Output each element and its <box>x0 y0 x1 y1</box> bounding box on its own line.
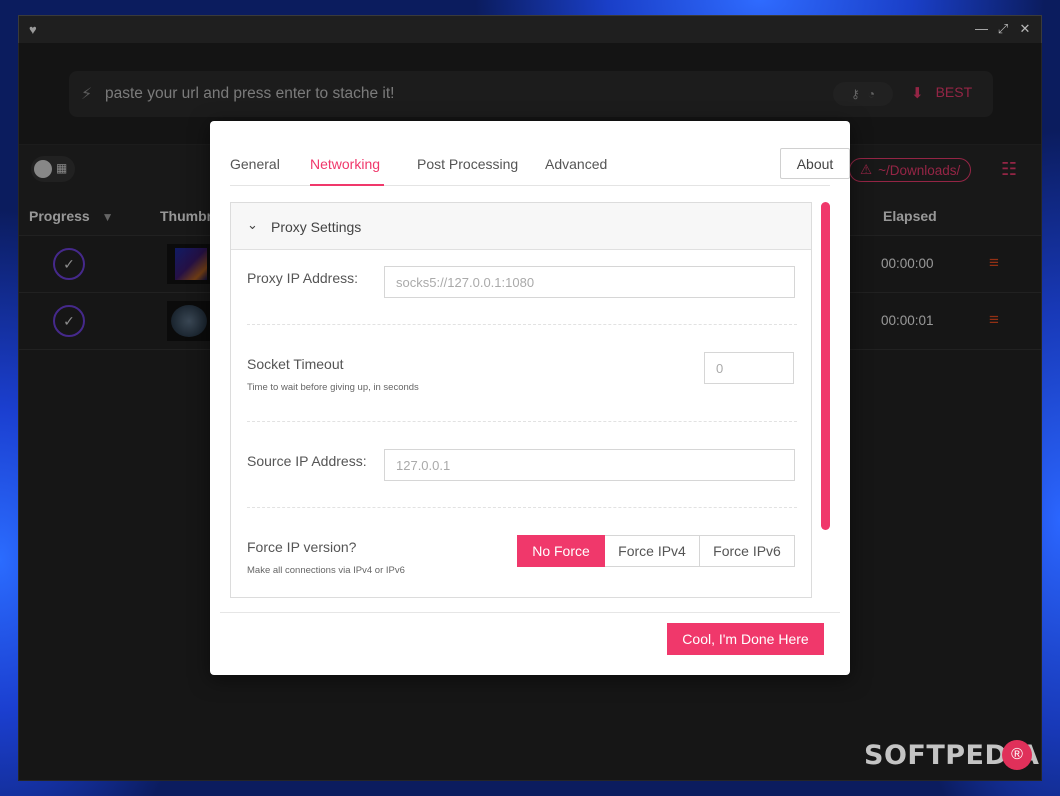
about-button[interactable]: About <box>780 148 850 179</box>
tab-general[interactable]: General <box>230 156 280 172</box>
force-ip-desc: Make all connections via IPv4 or IPv6 <box>247 565 405 576</box>
done-button[interactable]: Cool, I'm Done Here <box>667 623 824 655</box>
source-ip-input[interactable] <box>384 449 795 481</box>
force-ipv6-option[interactable]: Force IPv6 <box>700 535 795 567</box>
minimize-icon[interactable]: — <box>975 21 988 37</box>
tab-advanced[interactable]: Advanced <box>545 156 607 172</box>
tab-networking[interactable]: Networking <box>310 156 380 172</box>
title-bar: ♥ — ⤢ ✕ <box>19 16 1041 44</box>
dialog-scrollbar[interactable] <box>821 202 830 530</box>
heart-icon: ♥ <box>29 22 37 37</box>
proxy-settings-header[interactable]: ⌄ Proxy Settings <box>231 203 811 250</box>
footer-divider <box>220 612 840 613</box>
settings-dialog: General Networking Post Processing Advan… <box>210 121 850 675</box>
proxy-ip-input[interactable] <box>384 266 795 298</box>
tab-post-processing[interactable]: Post Processing <box>417 156 518 172</box>
close-icon[interactable]: ✕ <box>1019 21 1031 37</box>
force-ip-selector: No Force Force IPv4 Force IPv6 <box>517 535 795 567</box>
socket-timeout-input[interactable] <box>704 352 794 384</box>
divider <box>247 324 797 325</box>
divider <box>247 507 797 508</box>
proxy-settings-panel: ⌄ Proxy Settings Proxy IP Address: Socke… <box>230 202 812 598</box>
no-force-option[interactable]: No Force <box>517 535 605 567</box>
socket-timeout-label: Socket Timeout <box>247 356 344 372</box>
force-ip-label: Force IP version? <box>247 539 357 555</box>
force-ipv4-option[interactable]: Force IPv4 <box>605 535 700 567</box>
active-tab-indicator <box>310 184 384 186</box>
maximize-icon[interactable]: ⤢ <box>997 21 1009 37</box>
chevron-down-icon: ⌄ <box>247 217 258 232</box>
socket-timeout-desc: Time to wait before giving up, in second… <box>247 382 419 393</box>
section-title: Proxy Settings <box>271 219 362 235</box>
source-ip-label: Source IP Address: <box>247 453 367 469</box>
divider <box>247 421 797 422</box>
window-controls: — ⤢ ✕ <box>975 21 1031 37</box>
settings-tabs: General Networking Post Processing Advan… <box>230 148 850 186</box>
proxy-ip-label: Proxy IP Address: <box>247 270 359 286</box>
softpedia-logo-icon: ® <box>1002 740 1032 770</box>
